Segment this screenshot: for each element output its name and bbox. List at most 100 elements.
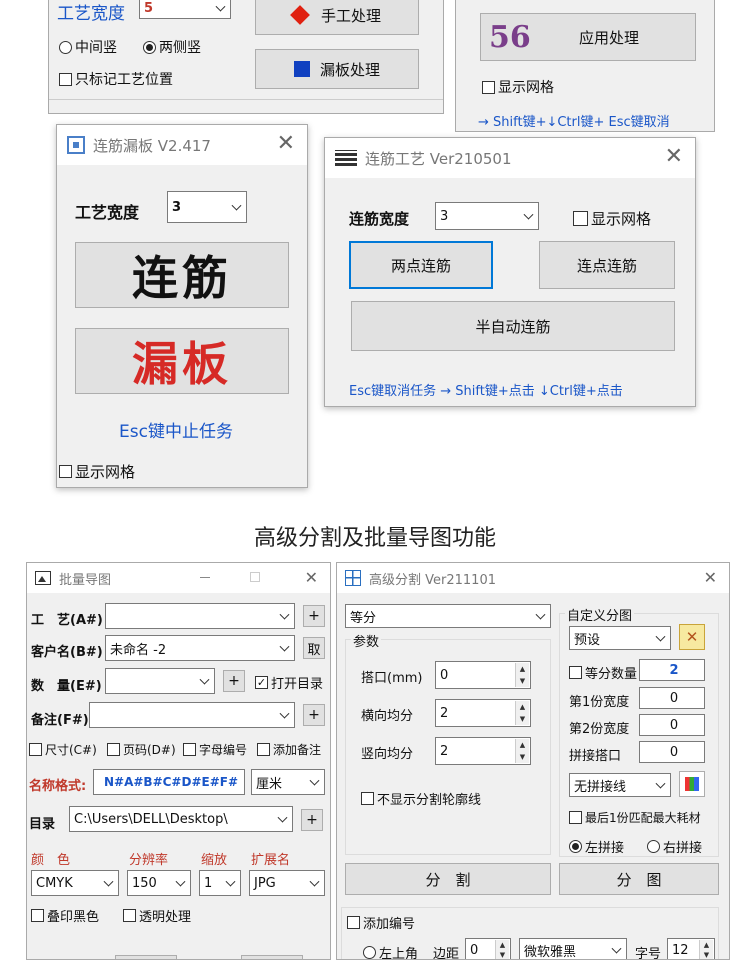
size-label: 尺寸(C#)	[45, 743, 97, 757]
chevron-down-icon	[309, 876, 320, 887]
close-icon[interactable]: ✕	[665, 144, 683, 169]
show-grid-checkbox[interactable]: 显示网格	[482, 77, 554, 97]
remark-checkbox[interactable]: 添加备注	[257, 741, 321, 758]
craft-width-combo[interactable]: 5	[139, 0, 231, 19]
checkbox-icon	[347, 916, 360, 929]
mark-only-checkbox[interactable]: 只标记工艺位置	[59, 69, 173, 89]
add-number-label: 添加编号	[363, 917, 416, 932]
manual-process-button[interactable]: 手工处理	[255, 0, 419, 35]
palette-icon	[685, 777, 699, 791]
width-label: 工艺宽度	[75, 203, 140, 222]
add-remark-button[interactable]: +	[303, 704, 325, 726]
add-quantity-button[interactable]: +	[223, 670, 245, 692]
quantity-combo[interactable]	[105, 668, 215, 694]
v-split-value: 2	[440, 743, 449, 759]
customer-combo[interactable]: 未命名 -2	[105, 635, 295, 661]
show-grid-checkbox[interactable]: 显示网格	[573, 208, 651, 229]
radio-both-sides[interactable]: 两侧竖	[143, 37, 201, 57]
palette-button[interactable]	[679, 771, 705, 797]
split-image-button[interactable]: 分 图	[559, 863, 719, 895]
bottom-button-left[interactable]	[115, 955, 177, 959]
preset-combo[interactable]: 预设	[569, 626, 671, 650]
remark-combo[interactable]	[89, 702, 295, 728]
directory-combo[interactable]: C:\Users\DELL\Desktop\	[69, 806, 293, 832]
font-combo[interactable]: 微软雅黑	[519, 938, 627, 959]
size-checkbox[interactable]: 尺寸(C#)	[29, 741, 97, 758]
width-combo[interactable]: 3	[167, 191, 247, 223]
hide-outline-checkbox[interactable]: 不显示分割轮廓线	[361, 789, 481, 808]
show-grid-checkbox[interactable]: 显示网格	[59, 461, 135, 482]
minimize-icon[interactable]	[200, 577, 210, 578]
join-overlap-value: 0	[669, 744, 679, 760]
unit-combo[interactable]: 厘米	[251, 769, 325, 795]
page-checkbox[interactable]: 页码(D#)	[107, 741, 176, 758]
join-overlap-input[interactable]: 0	[639, 741, 705, 763]
close-icon[interactable]: ✕	[305, 568, 318, 587]
dpi-combo[interactable]: 150	[127, 870, 191, 896]
close-icon[interactable]: ✕	[704, 568, 717, 587]
scale-label: 缩放	[201, 853, 228, 868]
spinner-arrows-icon[interactable]: ▲ ▼	[495, 940, 509, 959]
add-craft-button[interactable]: +	[303, 605, 325, 627]
font-size-input[interactable]: 12 ▲ ▼	[667, 938, 715, 959]
apply-button[interactable]: 56 应用处理	[480, 13, 696, 61]
transparent-checkbox[interactable]: 透明处理	[123, 906, 191, 925]
apply-button-label: 应用处理	[579, 28, 640, 47]
semi-auto-button[interactable]: 半自动连筋	[351, 301, 675, 351]
radio-both-label: 两侧竖	[159, 40, 201, 56]
color-combo[interactable]: CMYK	[31, 870, 119, 896]
lianjin-button[interactable]: 连筋	[75, 242, 289, 308]
maximize-icon[interactable]	[250, 572, 260, 582]
width-combo[interactable]: 3	[435, 202, 539, 230]
craft-width-label: 工艺宽度	[57, 4, 125, 24]
second-width-input[interactable]: 0	[639, 714, 705, 736]
manual-process-label: 手工处理	[320, 6, 381, 25]
equal-count-checkbox[interactable]: 等分数量	[569, 663, 637, 682]
ext-combo[interactable]: JPG	[249, 870, 325, 896]
equal-count-label: 等分数量	[585, 667, 638, 682]
spinner-arrows-icon[interactable]: ▲ ▼	[515, 663, 529, 687]
top-left-radio[interactable]: 左上角	[363, 943, 418, 959]
checkbox-icon	[59, 72, 72, 86]
show-grid-label: 显示网格	[498, 80, 554, 96]
fetch-button[interactable]: 取	[303, 637, 325, 659]
equal-count-input[interactable]: 2	[639, 659, 705, 681]
right-join-radio[interactable]: 右拼接	[647, 837, 702, 856]
open-dir-checkbox[interactable]: ✓ 打开目录	[255, 673, 323, 692]
letter-checkbox[interactable]: 字母编号	[183, 741, 247, 758]
leak-process-button[interactable]: 漏板处理	[255, 49, 419, 89]
two-point-button[interactable]: 两点连筋	[349, 241, 493, 289]
overlap-input[interactable]: 0 ▲ ▼	[435, 661, 531, 689]
radio-middle[interactable]: 中间竖	[59, 37, 117, 57]
checkbox-icon	[569, 811, 582, 824]
split-mode-combo[interactable]: 等分	[345, 604, 551, 628]
close-icon[interactable]: ✕	[277, 131, 295, 156]
loubu-button[interactable]: 漏板	[75, 328, 289, 394]
overprint-checkbox[interactable]: 叠印黑色	[31, 906, 99, 925]
chevron-down-icon	[523, 209, 534, 220]
name-format-input[interactable]: N#A#B#C#D#E#F#	[93, 769, 245, 795]
width-value: 3	[172, 199, 182, 215]
craft-label: 工 艺(A#)	[31, 613, 103, 628]
v-split-input[interactable]: 2 ▲ ▼	[435, 737, 531, 765]
spinner-arrows-icon[interactable]: ▲ ▼	[699, 940, 713, 959]
first-width-input[interactable]: 0	[639, 687, 705, 709]
scale-combo[interactable]: 1	[199, 870, 241, 896]
craft-combo[interactable]	[105, 603, 295, 629]
bottom-button-right[interactable]	[241, 955, 303, 959]
status-strip	[49, 99, 443, 113]
split-button[interactable]: 分 割	[345, 863, 551, 895]
spinner-arrows-icon[interactable]: ▲ ▼	[515, 701, 529, 725]
multi-point-button[interactable]: 连点连筋	[539, 241, 675, 289]
add-directory-button[interactable]: +	[301, 809, 323, 831]
join-line-combo[interactable]: 无拼接线	[569, 773, 671, 797]
h-split-input[interactable]: 2 ▲ ▼	[435, 699, 531, 727]
last-max-checkbox[interactable]: 最后1份匹配最大耗材	[569, 809, 701, 826]
spinner-arrows-icon[interactable]: ▲ ▼	[515, 739, 529, 763]
tools-button[interactable]: ✕	[679, 624, 705, 650]
left-join-radio[interactable]: 左拼接	[569, 837, 624, 856]
margin-input[interactable]: 0 ▲ ▼	[465, 938, 511, 959]
add-number-checkbox[interactable]: 添加编号	[347, 913, 415, 932]
second-width-label: 第2份宽度	[569, 722, 630, 737]
shortcut-hint: → Shift键+↓Ctrl键+ Esc键取消	[478, 115, 670, 130]
